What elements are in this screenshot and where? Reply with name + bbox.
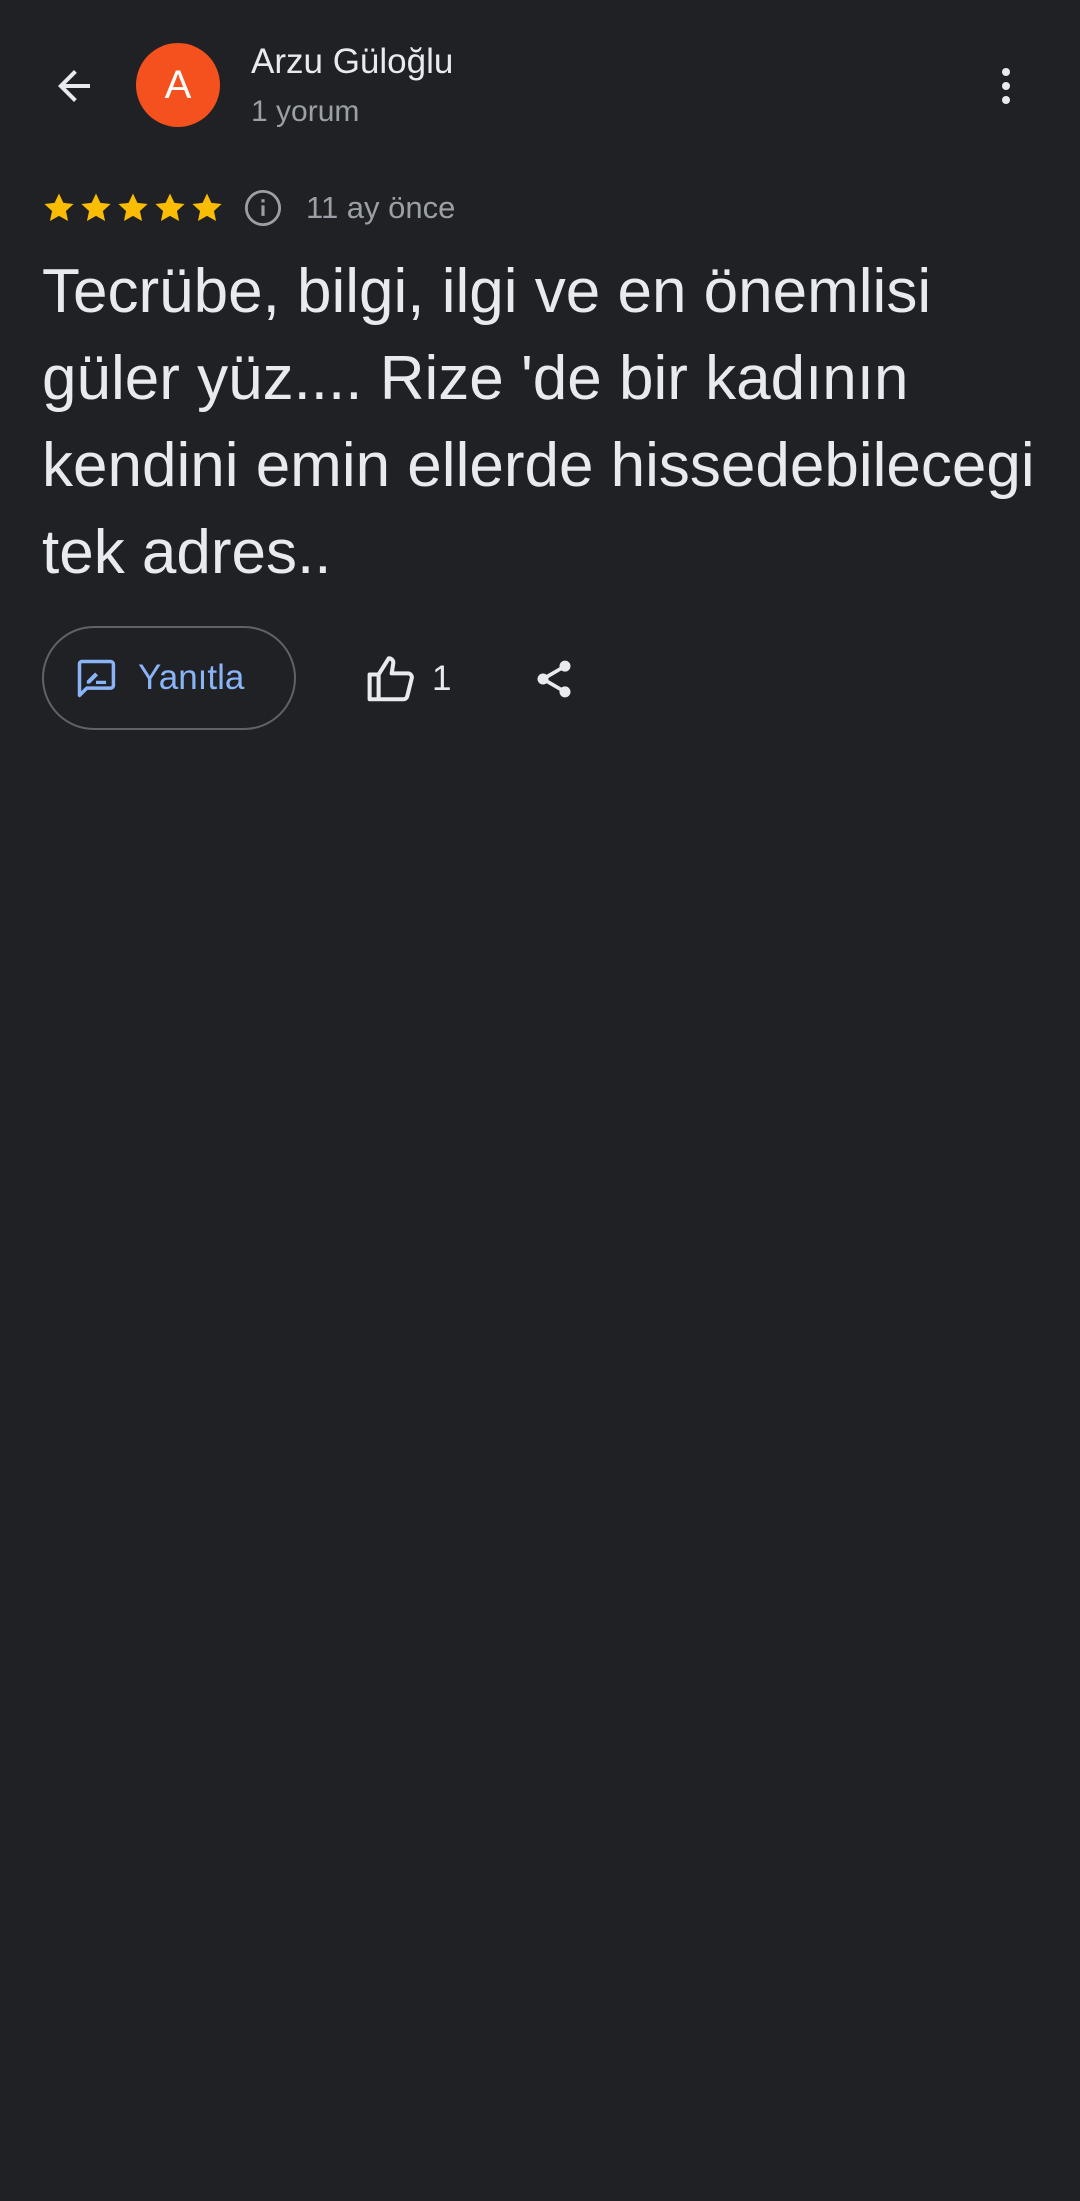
avatar-initial: A [164,62,192,107]
star-icon [118,193,148,222]
author-review-count: 1 yorum [251,95,360,128]
star-rating [42,191,227,225]
like-count: 1 [432,659,452,698]
arrow-back-icon [58,70,90,102]
more-options-button[interactable] [970,50,1042,122]
star-icon [44,193,74,222]
star-icon [155,193,185,222]
star-icon [192,193,222,222]
review-detail-page: A Arzu Güloğlu 1 yorum 11 ay önce Tecrüb… [0,0,1080,2201]
share-icon [537,660,571,698]
share-button[interactable] [524,646,584,712]
thumb-up-icon [367,656,414,702]
more-vert-icon [1002,68,1010,104]
rating-row: 11 ay önce [42,186,455,230]
avatar[interactable]: A [136,43,220,127]
star-icon [81,193,111,222]
back-button[interactable] [38,50,110,122]
rate-review-icon [77,659,116,698]
review-time: 11 ay önce [306,190,456,225]
review-text: Tecrübe, bilgi, ilgi ve en önemlisi güle… [42,257,1035,587]
info-icon[interactable] [242,187,284,229]
author-name[interactable]: Arzu Güloğlu [251,42,453,82]
reply-button[interactable]: Yanıtla [42,626,296,730]
review-header: A Arzu Güloğlu 1 yorum [0,0,1080,150]
like-button[interactable]: 1 [364,644,451,714]
reply-label: Yanıtla [138,658,245,697]
